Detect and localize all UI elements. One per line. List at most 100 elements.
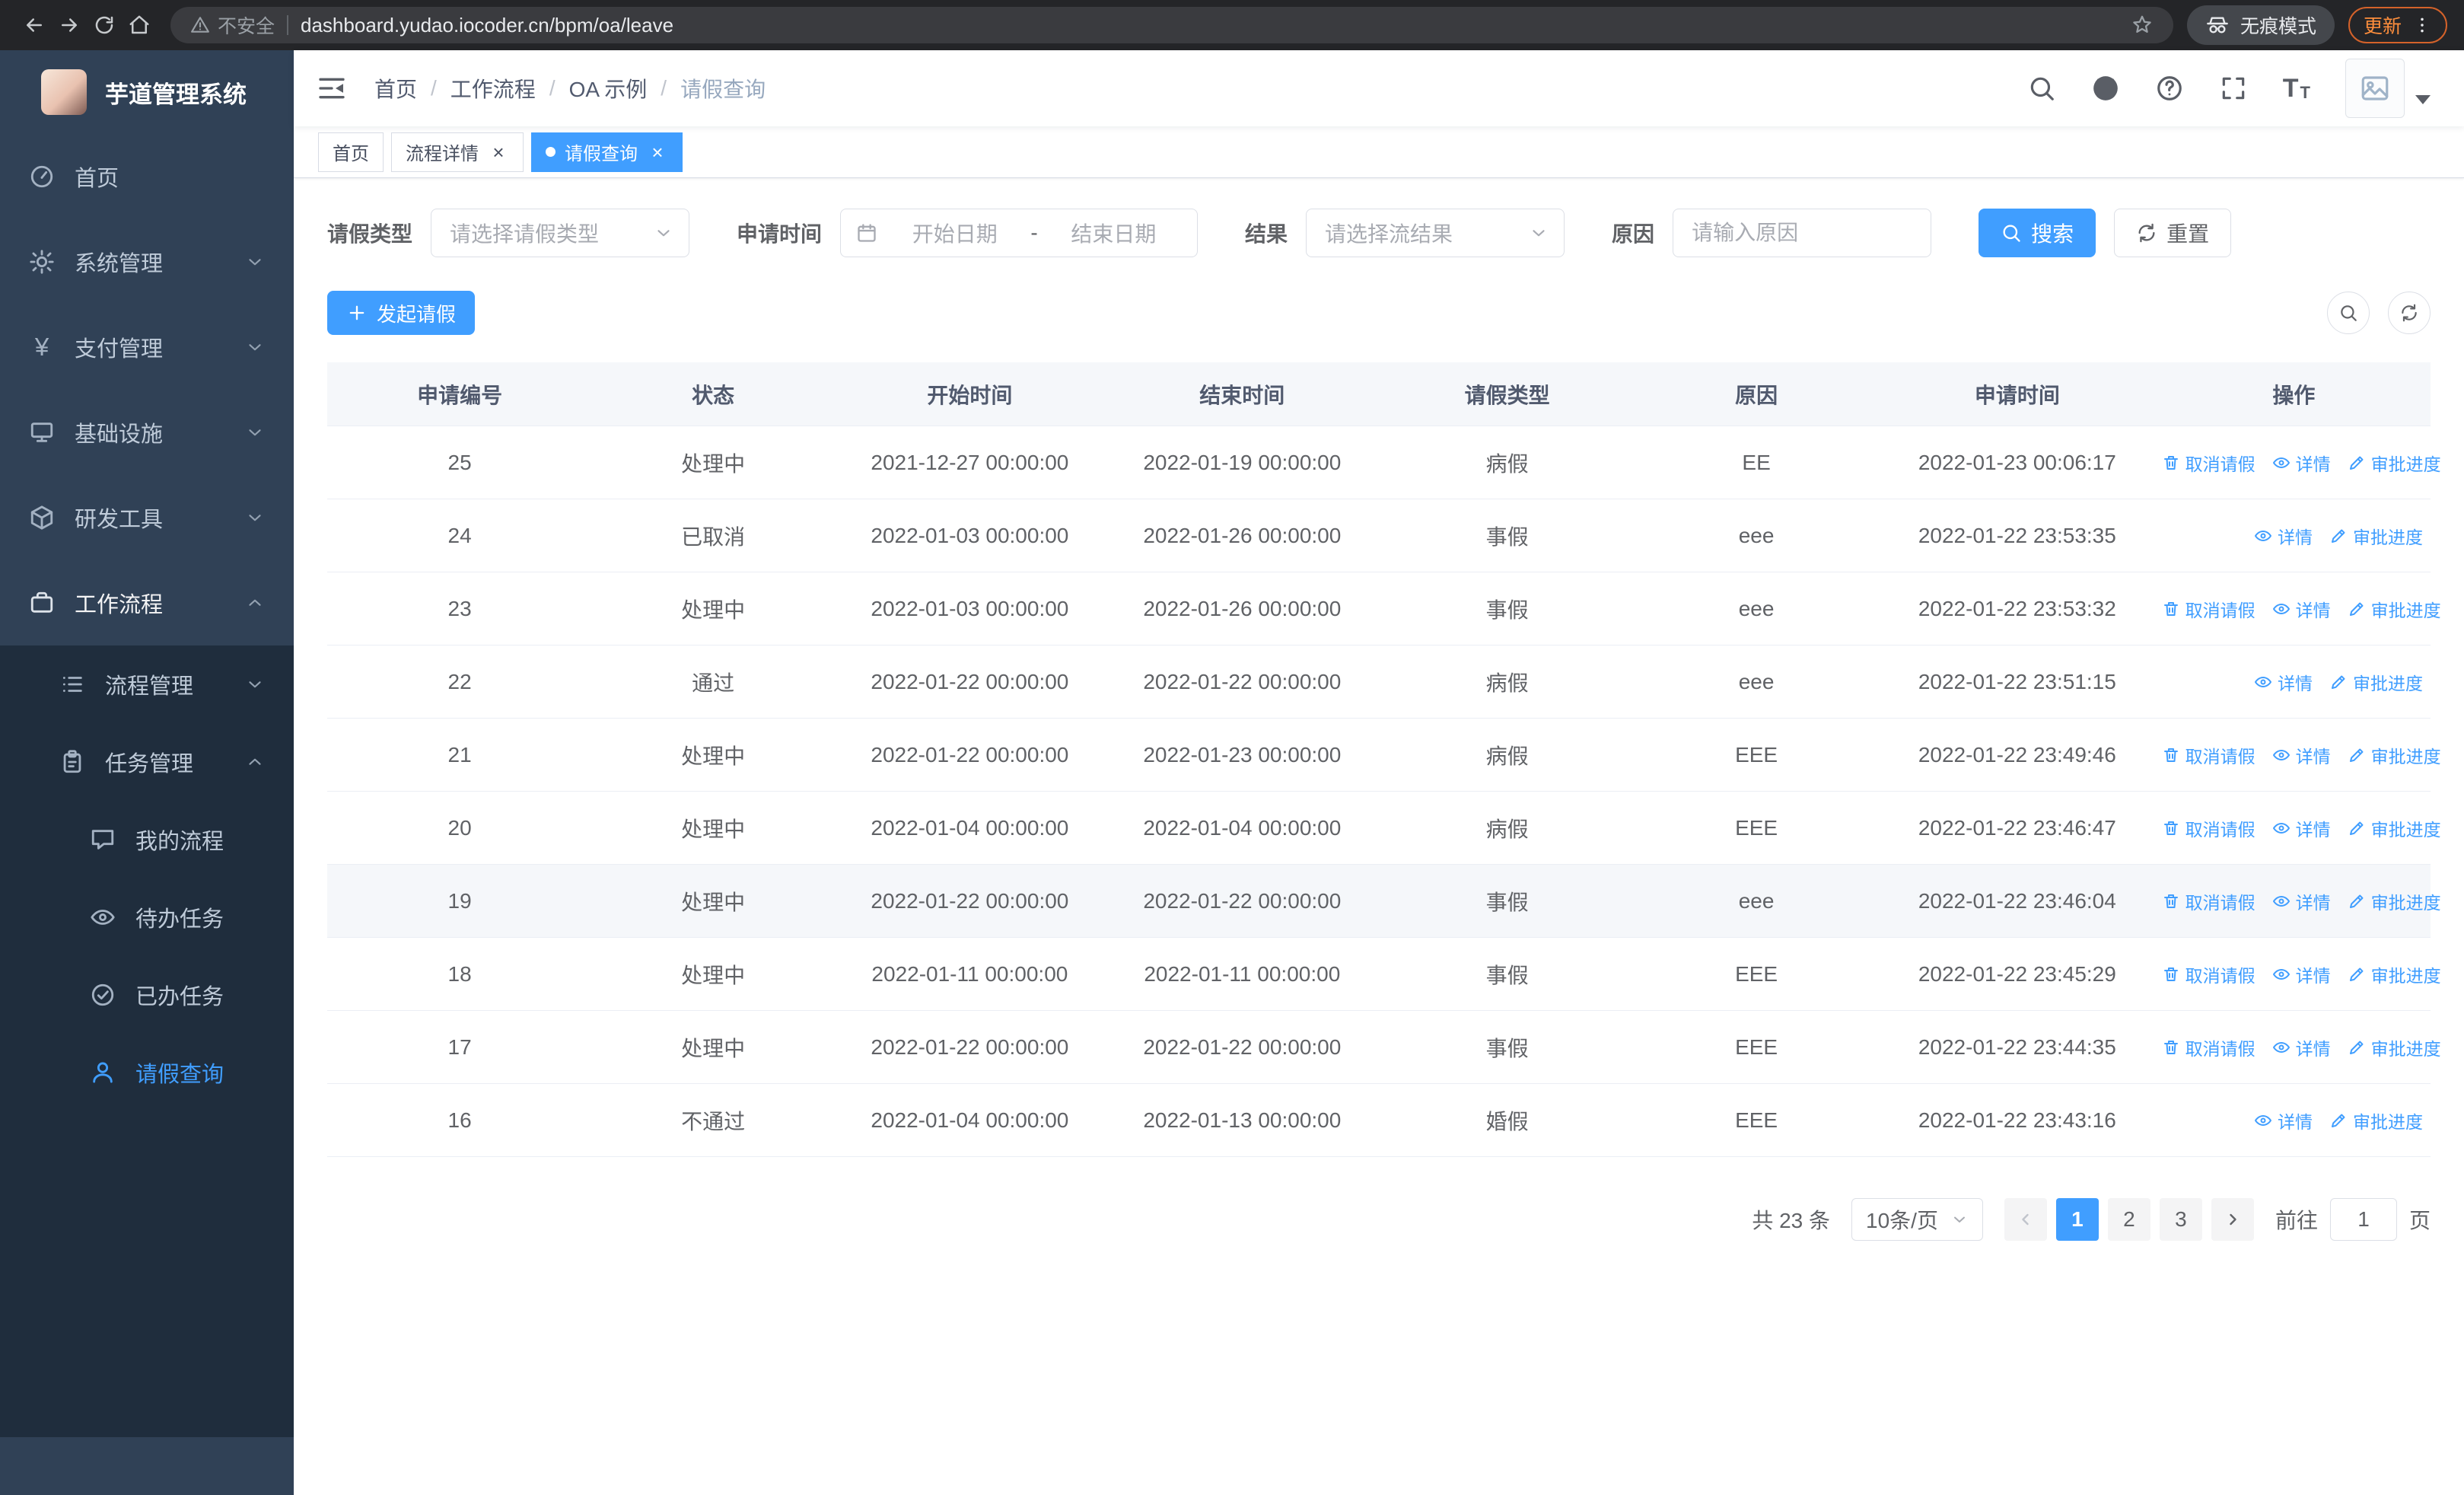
sidebar-collapse-button[interactable] — [294, 50, 370, 126]
approval-progress-link[interactable]: 审批进度 — [2348, 742, 2441, 768]
sidebar-item-todo-tasks[interactable]: 待办任务 — [0, 878, 294, 956]
cell-apply-time: 2022-01-22 23:45:29 — [1918, 961, 2116, 986]
page-button-3[interactable]: 3 — [2159, 1198, 2202, 1241]
cancel-leave-link[interactable]: 取消请假 — [2162, 888, 2255, 914]
browser-forward-button[interactable] — [52, 8, 87, 43]
close-icon[interactable]: × — [647, 142, 668, 163]
cell-apply-no: 17 — [447, 1034, 472, 1059]
op-label: 审批进度 — [2353, 1111, 2423, 1132]
help-icon[interactable] — [2155, 74, 2184, 103]
search-button-label: 搜索 — [2031, 222, 2074, 246]
browser-home-button[interactable] — [122, 8, 157, 43]
detail-link[interactable]: 详情 — [2254, 669, 2313, 695]
font-size-icon[interactable]: TT — [2283, 75, 2310, 101]
eye-icon — [2272, 1041, 2290, 1053]
approval-progress-link[interactable]: 审批进度 — [2348, 815, 2441, 841]
approval-progress-link[interactable]: 审批进度 — [2348, 1034, 2441, 1060]
sidebar-item-task-management[interactable]: 任务管理 — [0, 723, 294, 801]
prev-page-button[interactable] — [2004, 1198, 2047, 1241]
op-label: 取消请假 — [2185, 892, 2255, 913]
github-icon[interactable] — [2091, 74, 2120, 103]
approval-progress-link[interactable]: 审批进度 — [2348, 888, 2441, 914]
sidebar-item-system[interactable]: 系统管理 — [0, 219, 294, 304]
op-label: 取消请假 — [2185, 746, 2255, 767]
user-menu[interactable] — [2345, 59, 2431, 118]
menu-label: 任务管理 — [105, 752, 194, 776]
cancel-leave-link[interactable]: 取消请假 — [2162, 450, 2255, 476]
approval-progress-link[interactable]: 审批进度 — [2329, 669, 2423, 695]
op-label: 审批进度 — [2370, 746, 2441, 767]
result-select[interactable]: 请选择流结果 — [1306, 209, 1565, 257]
detail-link[interactable]: 详情 — [2272, 1034, 2331, 1060]
leave-type-select[interactable]: 请选择请假类型 — [431, 209, 690, 257]
approval-progress-link[interactable]: 审批进度 — [2348, 596, 2441, 622]
browser-menu-dots-icon[interactable] — [2412, 15, 2432, 35]
browser-reload-button[interactable] — [87, 8, 122, 43]
page-button-2[interactable]: 2 — [2107, 1198, 2150, 1241]
cancel-leave-link[interactable]: 取消请假 — [2162, 742, 2255, 768]
detail-link[interactable]: 详情 — [2254, 1108, 2313, 1133]
sidebar-item-home[interactable]: 首页 — [0, 134, 294, 219]
breadcrumb-item-home[interactable]: 首页 — [374, 73, 417, 104]
reason-input[interactable] — [1692, 221, 1913, 245]
approval-progress-link[interactable]: 审批进度 — [2348, 450, 2441, 476]
cancel-leave-link[interactable]: 取消请假 — [2162, 596, 2255, 622]
breadcrumb-item-workflow[interactable]: 工作流程 — [450, 73, 536, 104]
chevron-up-icon — [249, 758, 261, 765]
cell-end-time: 2022-01-23 00:00:00 — [1143, 742, 1342, 767]
sidebar-item-leave-query[interactable]: 请假查询 — [0, 1034, 294, 1111]
cancel-leave-link[interactable]: 取消请假 — [2162, 1034, 2255, 1060]
bookmark-star-icon[interactable] — [2131, 14, 2154, 37]
cell-apply-time: 2022-01-22 23:53:35 — [1918, 523, 2116, 547]
reason-input-wrap — [1673, 209, 1932, 257]
cancel-leave-link[interactable]: 取消请假 — [2162, 815, 2255, 841]
avatar[interactable] — [2345, 59, 2405, 118]
search-button[interactable]: 搜索 — [1979, 209, 2096, 257]
fullscreen-icon[interactable] — [2219, 74, 2248, 103]
detail-link[interactable]: 详情 — [2272, 450, 2331, 476]
search-icon[interactable] — [2027, 74, 2056, 103]
refresh-table-button[interactable] — [2388, 292, 2431, 334]
apply-time-range-picker[interactable]: 开始日期 - 结束日期 — [840, 209, 1199, 257]
cell-apply-no: 24 — [447, 523, 472, 547]
sidebar-item-payment[interactable]: ¥ 支付管理 — [0, 304, 294, 390]
cell-operations: 取消请假 详情 审批进度 — [2157, 888, 2449, 914]
column-header-operations: 操作 — [2272, 383, 2316, 407]
browser-update-button[interactable]: 更新 — [2348, 7, 2447, 43]
sidebar-item-infrastructure[interactable]: 基础设施 — [0, 390, 294, 475]
detail-link[interactable]: 详情 — [2272, 888, 2331, 914]
calendar-icon — [858, 224, 876, 242]
browser-back-button[interactable] — [17, 8, 52, 43]
tab-process-detail[interactable]: 流程详情 × — [391, 132, 524, 172]
sidebar-item-done-tasks[interactable]: 已办任务 — [0, 956, 294, 1034]
sidebar-item-my-process[interactable]: 我的流程 — [0, 801, 294, 878]
sidebar-item-workflow[interactable]: 工作流程 — [0, 560, 294, 645]
detail-link[interactable]: 详情 — [2272, 742, 2331, 768]
result-placeholder: 请选择流结果 — [1325, 222, 1453, 246]
sidebar-item-process-management[interactable]: 流程管理 — [0, 645, 294, 723]
toggle-search-button[interactable] — [2327, 292, 2370, 334]
cancel-leave-link[interactable]: 取消请假 — [2162, 961, 2255, 987]
address-bar[interactable]: 不安全 dashboard.yudao.iocoder.cn/bpm/oa/le… — [170, 7, 2173, 43]
detail-link[interactable]: 详情 — [2254, 523, 2313, 549]
approval-progress-link[interactable]: 审批进度 — [2348, 961, 2441, 987]
detail-link[interactable]: 详情 — [2272, 815, 2331, 841]
reset-button[interactable]: 重置 — [2114, 209, 2232, 257]
tab-leave-query[interactable]: 请假查询 × — [531, 132, 683, 172]
approval-progress-link[interactable]: 审批进度 — [2329, 523, 2423, 549]
close-icon[interactable]: × — [488, 142, 509, 163]
approval-progress-link[interactable]: 审批进度 — [2329, 1108, 2423, 1133]
create-leave-button[interactable]: 发起请假 — [327, 291, 476, 335]
next-page-button[interactable] — [2211, 1198, 2254, 1241]
detail-link[interactable]: 详情 — [2272, 961, 2331, 987]
page-size-select[interactable]: 10条/页 — [1851, 1198, 1983, 1241]
page-button-1[interactable]: 1 — [2055, 1198, 2099, 1241]
cell-reason: EEE — [1735, 1108, 1778, 1132]
goto-page-input[interactable] — [2329, 1198, 2397, 1241]
tab-home[interactable]: 首页 — [318, 132, 384, 172]
sidebar-item-devtools[interactable]: 研发工具 — [0, 475, 294, 560]
navbar: 首页 / 工作流程 / OA 示例 / 请假查询 TT — [294, 50, 2464, 126]
end-date-placeholder: 结束日期 — [1071, 222, 1157, 246]
detail-link[interactable]: 详情 — [2272, 596, 2331, 622]
forward-arrow-icon — [62, 18, 77, 32]
